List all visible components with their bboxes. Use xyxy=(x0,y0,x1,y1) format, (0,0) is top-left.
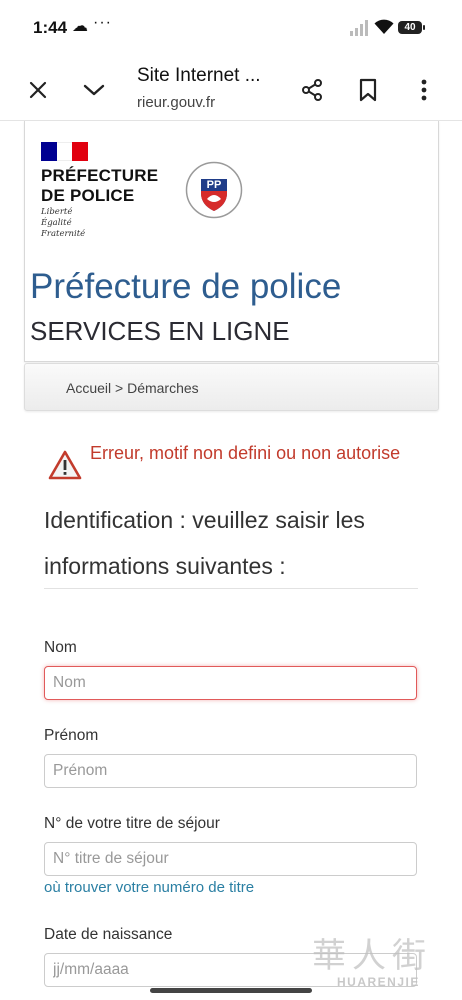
share-icon[interactable] xyxy=(292,70,332,110)
date-naissance-label: Date de naissance xyxy=(44,926,173,943)
divider xyxy=(44,588,418,589)
find-permit-number-link[interactable]: où trouver votre numéro de titre xyxy=(44,879,254,896)
bookmark-icon[interactable] xyxy=(348,70,388,110)
breadcrumb-text[interactable]: Accueil > Démarches xyxy=(66,380,199,396)
home-indicator[interactable] xyxy=(150,988,312,993)
marianne-logo xyxy=(41,142,89,161)
wifi-icon xyxy=(374,19,394,40)
logo-motto: Liberté Égalité Fraternité xyxy=(41,207,86,239)
warning-icon xyxy=(48,449,82,481)
titre-sejour-input[interactable] xyxy=(44,842,417,876)
watermark-logo: 華人街 xyxy=(312,936,432,976)
page-title: Site Internet ... xyxy=(137,65,261,86)
chevron-down-icon[interactable] xyxy=(74,70,114,110)
error-message: Erreur, motif non defini ou non autorise xyxy=(90,443,401,463)
nom-label: Nom xyxy=(44,639,77,656)
form-heading: Identification : veuillez saisir les inf… xyxy=(44,507,365,579)
site-subtitle: SERVICES EN LIGNE xyxy=(30,316,290,346)
cloud-icon: ☁ xyxy=(72,18,88,35)
page-url: rieur.gouv.fr xyxy=(137,94,216,111)
site-header: PRÉFECTURE DE POLICE Liberté Égalité Frater… xyxy=(24,121,439,362)
prefecture-seal-logo: PP xyxy=(185,161,243,219)
close-icon[interactable] xyxy=(18,70,58,110)
svg-text:PP: PP xyxy=(207,179,222,191)
prenom-label: Prénom xyxy=(44,727,99,744)
breadcrumb: Accueil > Démarches xyxy=(24,363,439,411)
status-time: 1:44 xyxy=(33,18,68,37)
titre-sejour-label: N° de votre titre de séjour xyxy=(44,815,220,832)
browser-toolbar: Site Internet ... rieur.gouv.fr xyxy=(0,58,462,121)
error-alert: Erreur, motif non defini ou non autorise xyxy=(44,441,424,489)
status-bar: 1:44 ☁ ··· 40 xyxy=(0,0,462,58)
nom-input[interactable] xyxy=(44,666,417,700)
more-notifications-icon: ··· xyxy=(93,14,112,31)
site-name: Préfecture de police xyxy=(30,267,342,306)
prenom-input[interactable] xyxy=(44,754,417,788)
signal-icon xyxy=(350,20,370,36)
more-vert-icon[interactable] xyxy=(404,70,444,110)
battery-icon: 40 xyxy=(398,21,425,34)
watermark-subtext: HUARENJIE xyxy=(337,975,420,989)
prefecture-logo-text: PRÉFECTURE DE POLICE xyxy=(41,166,159,205)
